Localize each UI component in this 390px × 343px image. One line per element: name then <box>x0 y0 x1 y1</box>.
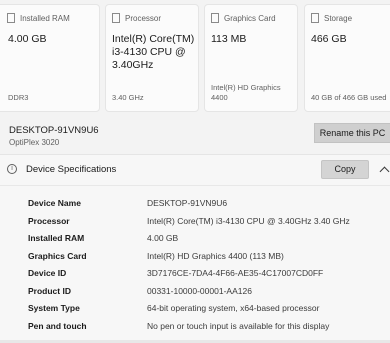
spec-value: Intel(R) HD Graphics 4400 (113 MB) <box>147 250 284 261</box>
card-installed-ram: Installed RAM 4.00 GB DDR3 <box>0 4 100 112</box>
system-about-page: Installed RAM 4.00 GB DDR3 Processor Int… <box>0 0 390 343</box>
spec-row: Pen and touch No pen or touch input is a… <box>0 318 390 336</box>
rename-pc-button[interactable]: Rename this PC <box>314 123 390 143</box>
card-graphics: Graphics Card 113 MB Intel(R) HD Graphic… <box>204 4 298 112</box>
spec-label: System Type <box>28 303 80 313</box>
spec-value: No pen or touch input is available for t… <box>147 320 330 331</box>
device-model: OptiPlex 3020 <box>9 138 60 147</box>
card-value: 4.00 GB <box>8 33 47 45</box>
spec-value: DESKTOP-91VN9U6 <box>147 198 228 208</box>
card-storage: Storage 466 GB 40 GB of 466 GB used <box>304 4 390 112</box>
spec-row: Processor Intel(R) Core(TM) i3-4130 CPU … <box>0 213 390 231</box>
storage-icon <box>311 13 319 23</box>
info-icon: i <box>7 164 17 174</box>
device-name-row: DESKTOP-91VN9U6 OptiPlex 3020 Rename thi… <box>0 116 390 155</box>
device-name: DESKTOP-91VN9U6 <box>9 125 99 136</box>
processor-icon <box>112 13 120 23</box>
spec-row: Device ID 3D7176CE-7DA4-4F66-AE35-4C1700… <box>0 265 390 283</box>
spec-row: Product ID 00331-10000-00001-AA126 <box>0 283 390 301</box>
spec-label: Graphics Card <box>28 250 87 261</box>
spec-label: Processor <box>28 215 70 226</box>
hardware-cards: Installed RAM 4.00 GB DDR3 Processor Int… <box>0 0 390 114</box>
section-title: Device Specifications <box>26 164 117 175</box>
copy-button[interactable]: Copy <box>321 160 369 179</box>
graphics-card-icon <box>211 13 219 23</box>
spec-row: Graphics Card Intel(R) HD Graphics 4400 … <box>0 248 390 266</box>
spec-row: System Type 64-bit operating system, x64… <box>0 300 390 318</box>
spec-label: Device ID <box>28 268 67 278</box>
card-footnote: Intel(R) HD Graphics 4400 <box>211 83 281 102</box>
spec-value: 4.00 GB <box>147 233 179 243</box>
spec-value: 00331-10000-00001-AA126 <box>147 285 252 296</box>
ram-icon <box>7 13 15 23</box>
chevron-up-icon[interactable] <box>379 166 390 177</box>
card-footnote: 3.40 GHz <box>112 93 144 102</box>
card-title: Processor <box>125 13 162 23</box>
device-specifications-table: Device Name DESKTOP-91VN9U6 Processor In… <box>0 186 390 343</box>
spec-row: Installed RAM 4.00 GB <box>0 230 390 248</box>
spec-label: Installed RAM <box>28 233 85 243</box>
spec-row: Device Name DESKTOP-91VN9U6 <box>0 195 390 213</box>
card-value: 113 MB <box>211 33 247 45</box>
device-specifications-header[interactable]: i Device Specifications Copy <box>0 155 390 186</box>
card-footnote: 40 GB of 466 GB used <box>311 93 387 102</box>
card-footnote: DDR3 <box>8 93 29 102</box>
spec-label: Pen and touch <box>28 320 87 331</box>
card-title: Storage <box>324 13 353 23</box>
spec-value: 3D7176CE-7DA4-4F66-AE35-4C17007CD0FF <box>147 268 324 278</box>
spec-value: 64-bit operating system, x64-based proce… <box>147 303 320 313</box>
card-title: Installed RAM <box>20 13 70 23</box>
spec-value: Intel(R) Core(TM) i3-4130 CPU @ 3.40GHz … <box>147 215 350 226</box>
card-processor: Processor Intel(R) Core(TM) i3-4130 CPU … <box>105 4 199 112</box>
card-title: Graphics Card <box>224 13 276 23</box>
card-value: 466 GB <box>311 33 347 45</box>
spec-label: Product ID <box>28 285 71 296</box>
spec-label: Device Name <box>28 198 81 208</box>
card-value: Intel(R) Core(TM) i3-4130 CPU @ 3.40GHz <box>112 33 195 71</box>
